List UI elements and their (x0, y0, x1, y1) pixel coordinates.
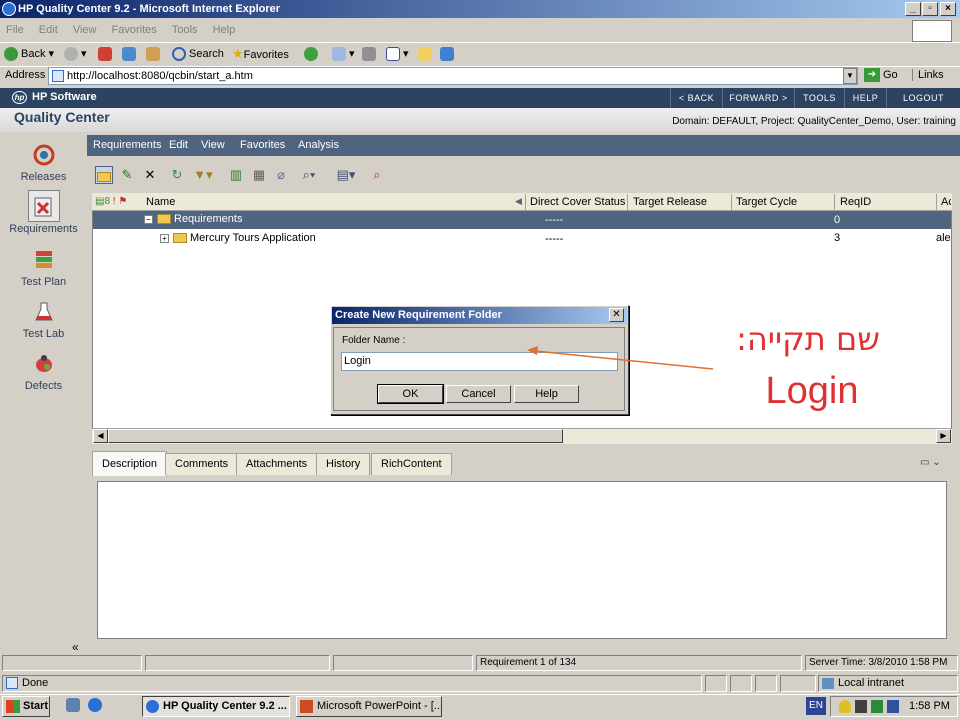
annotation-arrow (527, 346, 714, 370)
annotation-login-text: Login (765, 370, 859, 412)
annotation-hebrew-label: שם תקייה: (736, 320, 880, 358)
